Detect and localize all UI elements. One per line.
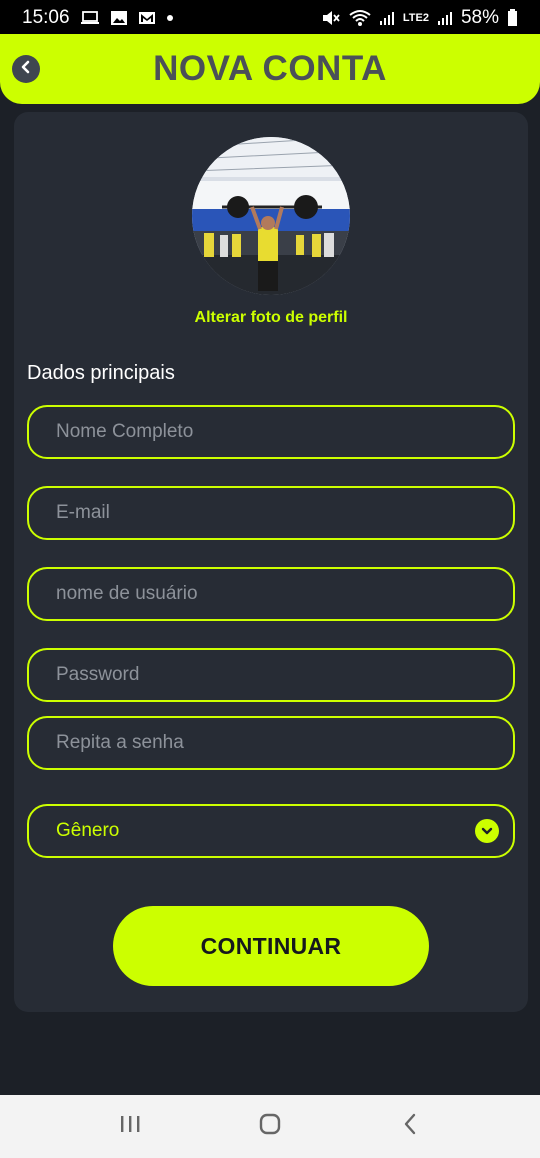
status-time: 15:06: [22, 7, 70, 28]
recent-apps-icon: [119, 1114, 141, 1139]
repeat-password-field[interactable]: Repita a senha: [27, 716, 515, 770]
battery-percent: 58%: [460, 7, 499, 28]
home-button[interactable]: [240, 1107, 300, 1147]
image-icon: [110, 10, 128, 26]
back-button[interactable]: [12, 55, 40, 83]
mute-icon: [321, 9, 341, 27]
nav-back-button[interactable]: [380, 1107, 440, 1147]
signup-card: Alterar foto de perfil Dados principais …: [14, 112, 528, 1012]
chevron-down-icon: [475, 819, 499, 843]
change-photo-link[interactable]: Alterar foto de perfil: [14, 309, 528, 327]
system-nav-bar: [0, 1095, 540, 1158]
wifi-icon: [349, 9, 371, 27]
back-icon: [19, 60, 33, 79]
section-title: Dados principais: [27, 362, 175, 384]
profile-photo[interactable]: [192, 137, 350, 295]
signal-1-icon: [379, 10, 395, 26]
username-field[interactable]: nome de usuário: [27, 567, 515, 621]
password-field[interactable]: Password: [27, 648, 515, 702]
full-name-field[interactable]: Nome Completo: [27, 405, 515, 459]
profile-photo-image: [192, 137, 350, 295]
gender-select[interactable]: Gênero: [27, 804, 515, 858]
status-right: LTE2 58%: [321, 7, 518, 29]
laptop-icon: [80, 10, 100, 26]
repeat-password-placeholder: Repita a senha: [56, 732, 184, 753]
mail-icon: [138, 10, 156, 26]
email-placeholder: E-mail: [56, 502, 110, 523]
nav-back-icon: [402, 1112, 418, 1141]
gender-label: Gênero: [56, 820, 120, 841]
signal-2-icon: [437, 10, 453, 26]
notification-dot-icon: [166, 14, 174, 22]
password-placeholder: Password: [56, 664, 140, 685]
status-bar: 15:06 LTE2 58%: [0, 0, 540, 36]
network-label: LTE2: [402, 12, 429, 24]
username-placeholder: nome de usuário: [56, 583, 198, 604]
continue-button[interactable]: CONTINUAR: [113, 906, 429, 986]
email-field[interactable]: E-mail: [27, 486, 515, 540]
home-icon: [258, 1112, 282, 1141]
battery-icon: [507, 9, 518, 27]
recent-apps-button[interactable]: [100, 1107, 160, 1147]
header: NOVA CONTA: [0, 34, 540, 104]
status-left: 15:06: [22, 7, 174, 29]
page-title: NOVA CONTA: [153, 49, 387, 88]
full-name-placeholder: Nome Completo: [56, 421, 194, 442]
